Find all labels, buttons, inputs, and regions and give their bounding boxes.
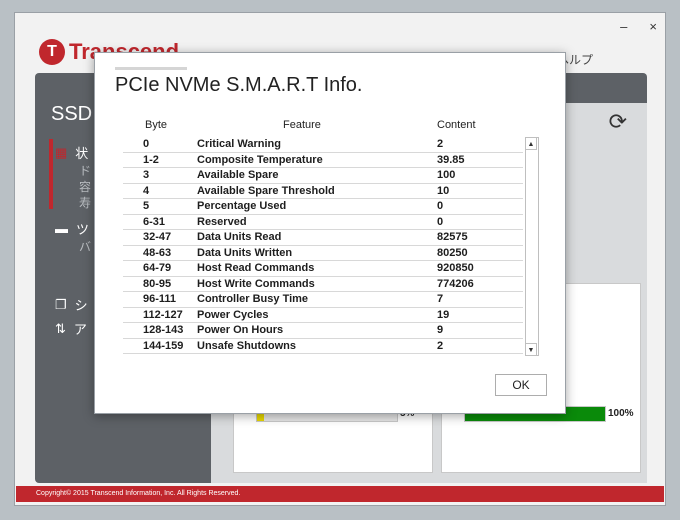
cell-content: 7 xyxy=(437,293,444,305)
smart-info-dialog: PCIe NVMe S.M.A.R.T Info. Byte Feature C… xyxy=(94,52,566,414)
cell-content: 39.85 xyxy=(437,153,465,166)
dialog-title: PCIe NVMe S.M.A.R.T Info. xyxy=(115,74,363,96)
minimize-button[interactable]: – xyxy=(620,19,627,34)
cell-byte: 5 xyxy=(143,200,150,212)
sidebar-sub-tools: バ xyxy=(79,240,92,254)
cell-feature: Data Units Written xyxy=(197,246,293,259)
cell-content: 82575 xyxy=(437,231,468,243)
table-row[interactable]: 5 Percentage Used 0 xyxy=(123,199,523,215)
sidebar-title: SSD xyxy=(51,103,93,125)
cell-byte: 64-79 xyxy=(143,262,172,274)
cell-content: 10 xyxy=(437,184,450,197)
table-body: 0 Critical Warning 2 1-2 Composite Temperatu… xyxy=(123,137,523,354)
scroll-down-icon[interactable]: ▼ xyxy=(525,343,537,356)
system-icon: ❐ xyxy=(55,296,67,312)
cell-content: 9 xyxy=(437,324,444,336)
sidebar-item-label: 状 xyxy=(75,146,89,161)
cell-feature: Critical Warning xyxy=(197,138,281,150)
cell-byte: 4 xyxy=(143,184,150,197)
cell-byte: 48-63 xyxy=(143,246,172,259)
cell-byte: 3 xyxy=(143,169,150,181)
cell-feature: Power On Hours xyxy=(197,324,284,336)
cell-content: 0 xyxy=(437,200,444,212)
cell-byte: 144-159 xyxy=(143,339,184,352)
cell-content: 2 xyxy=(437,138,444,150)
cell-byte: 32-47 xyxy=(143,231,172,243)
cell-content: 0 xyxy=(437,215,444,228)
column-header-byte: Byte xyxy=(145,119,168,131)
column-header-feature: Feature xyxy=(283,119,321,131)
tools-icon: ▬ xyxy=(55,221,68,236)
cell-feature: Power Cycles xyxy=(197,308,269,321)
window-controls: – × xyxy=(620,19,657,34)
update-icon: ⇅ xyxy=(55,320,66,336)
logo-mark-icon: T xyxy=(39,39,65,65)
sidebar-item-label: ア xyxy=(73,322,87,337)
scroll-thumb[interactable] xyxy=(527,152,537,306)
cell-feature: Controller Busy Time xyxy=(197,293,309,305)
sidebar-item-tools[interactable]: ▬ ツ xyxy=(55,219,89,238)
table-row[interactable]: 64-79 Host Read Commands 920850 xyxy=(123,261,523,277)
table-row[interactable]: 48-63 Data Units Written 80250 xyxy=(123,246,523,261)
table-scrollbar[interactable]: ▲ ▼ xyxy=(525,137,539,356)
cell-feature: Unsafe Shutdowns xyxy=(197,339,297,352)
cell-feature: Host Write Commands xyxy=(197,277,315,290)
status-icon: ▦ xyxy=(55,144,68,160)
scroll-up-icon[interactable]: ▲ xyxy=(525,137,537,150)
cell-feature: Available Spare xyxy=(197,169,279,181)
cell-content: 80250 xyxy=(437,246,468,259)
sidebar-sub-2: 容 xyxy=(79,180,92,194)
refresh-icon[interactable]: ⟳ xyxy=(609,109,627,135)
cell-feature: Available Spare Threshold xyxy=(197,184,335,197)
table-row[interactable]: 6-31 Reserved 0 xyxy=(123,215,523,230)
table-row[interactable]: 96-111 Controller Busy Time 7 xyxy=(123,292,523,308)
table-row[interactable]: 144-159 Unsafe Shutdowns 2 xyxy=(123,339,523,354)
sidebar-sub-1: ド xyxy=(79,164,92,178)
table-row[interactable]: 80-95 Host Write Commands 774206 xyxy=(123,277,523,292)
cell-content: 100 xyxy=(437,169,456,181)
cell-feature: Host Read Commands xyxy=(197,262,315,274)
cell-content: 774206 xyxy=(437,277,474,290)
sidebar-item-label: ツ xyxy=(76,222,90,237)
title-accent-line xyxy=(115,67,187,70)
sidebar-item-status[interactable]: ▦ 状 xyxy=(55,143,88,162)
cell-feature: Composite Temperature xyxy=(197,153,323,166)
cell-content: 2 xyxy=(437,339,444,352)
table-row[interactable]: 112-127 Power Cycles 19 xyxy=(123,308,523,323)
cell-feature: Percentage Used xyxy=(197,200,287,212)
table-row[interactable]: 1-2 Composite Temperature 39.85 xyxy=(123,153,523,168)
cell-byte: 80-95 xyxy=(143,277,172,290)
cell-byte: 6-31 xyxy=(143,215,166,228)
sidebar-sub-3: 寿 xyxy=(79,196,92,210)
cell-feature: Reserved xyxy=(197,215,247,228)
sidebar-item-label: シ xyxy=(74,298,88,313)
ok-button[interactable]: OK xyxy=(495,374,547,396)
sidebar-item-update[interactable]: ⇅ ア xyxy=(55,319,87,338)
cell-content: 920850 xyxy=(437,262,474,274)
table-row[interactable]: 128-143 Power On Hours 9 xyxy=(123,323,523,339)
cell-byte: 96-111 xyxy=(143,293,177,305)
cell-byte: 1-2 xyxy=(143,153,159,166)
cell-feature: Data Units Read xyxy=(197,231,282,243)
right-progress-label: 100% xyxy=(608,408,634,419)
cell-byte: 128-143 xyxy=(143,324,184,336)
cell-byte: 112-127 xyxy=(143,308,183,321)
footer-copyright: Copyright© 2015 Transcend Information, I… xyxy=(16,486,664,502)
table-header: Byte Feature Content xyxy=(123,117,523,135)
table-row[interactable]: 3 Available Spare 100 xyxy=(123,168,523,184)
active-indicator xyxy=(49,139,53,209)
close-button[interactable]: × xyxy=(649,19,657,34)
table-row[interactable]: 32-47 Data Units Read 82575 xyxy=(123,230,523,246)
table-row[interactable]: 0 Critical Warning 2 xyxy=(123,137,523,153)
table-row[interactable]: 4 Available Spare Threshold 10 xyxy=(123,184,523,199)
cell-content: 19 xyxy=(437,308,450,321)
column-header-content: Content xyxy=(437,119,476,131)
sidebar-item-system[interactable]: ❐ シ xyxy=(55,295,88,314)
cell-byte: 0 xyxy=(143,138,150,150)
